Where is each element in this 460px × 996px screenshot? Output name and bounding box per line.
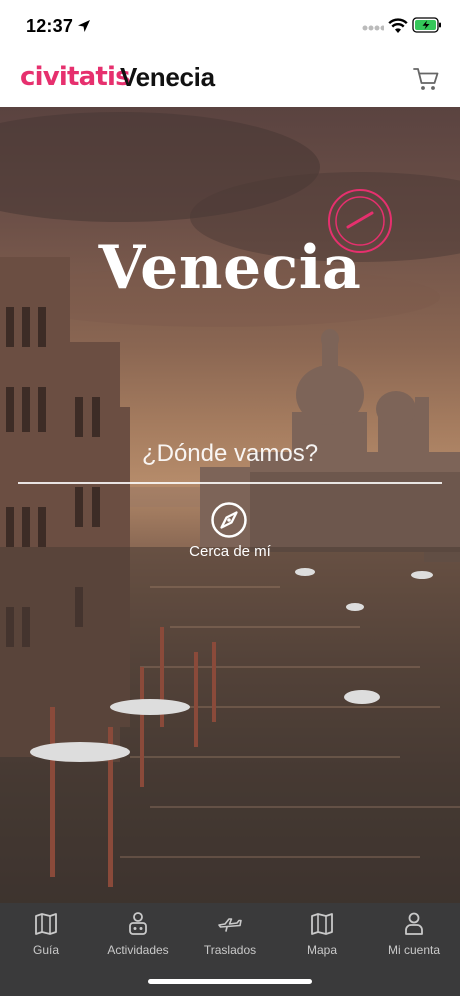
tab-label: Guía <box>32 943 59 957</box>
compass-icon <box>211 502 247 538</box>
tab-label: Traslados <box>203 943 257 957</box>
account-person-icon <box>405 912 423 935</box>
tab-traslados[interactable]: Traslados <box>184 911 276 967</box>
page-title: Venecia <box>120 62 215 92</box>
tab-label: Actividades <box>107 943 169 957</box>
map-icon <box>311 913 333 935</box>
search-underline <box>18 482 442 484</box>
shopping-cart-icon[interactable] <box>412 66 440 92</box>
near-me-button[interactable]: Cerca de mí <box>165 499 295 569</box>
tab-label: Mapa <box>306 943 338 957</box>
tab-mapa[interactable]: Mapa <box>276 911 368 967</box>
battery-charging-icon <box>412 17 441 33</box>
tab-guia[interactable]: Guía <box>0 911 92 967</box>
hero-banner: Venecia Cerca de mí <box>0 107 460 903</box>
tab-label: Mi cuenta <box>387 943 441 957</box>
map-guide-icon <box>35 913 57 935</box>
app-header: civitatis Venecia <box>0 52 460 107</box>
near-me-label: Cerca de mí <box>189 543 271 560</box>
transfer-plane-icon <box>218 918 242 932</box>
wifi-icon <box>388 18 408 33</box>
search-input[interactable] <box>20 432 440 476</box>
brand-logo[interactable]: civitatis <box>20 62 131 92</box>
tab-actividades[interactable]: Actividades <box>92 911 184 967</box>
tab-mi-cuenta[interactable]: Mi cuenta <box>368 911 460 967</box>
location-arrow-icon <box>78 20 90 32</box>
status-bar: 12:37 <box>0 0 460 52</box>
home-indicator[interactable] <box>148 979 312 984</box>
civitatis-seal-stamp <box>328 189 392 253</box>
signal-icon <box>362 25 384 31</box>
activities-person-icon <box>129 912 147 935</box>
status-time: 12:37 <box>26 16 74 36</box>
